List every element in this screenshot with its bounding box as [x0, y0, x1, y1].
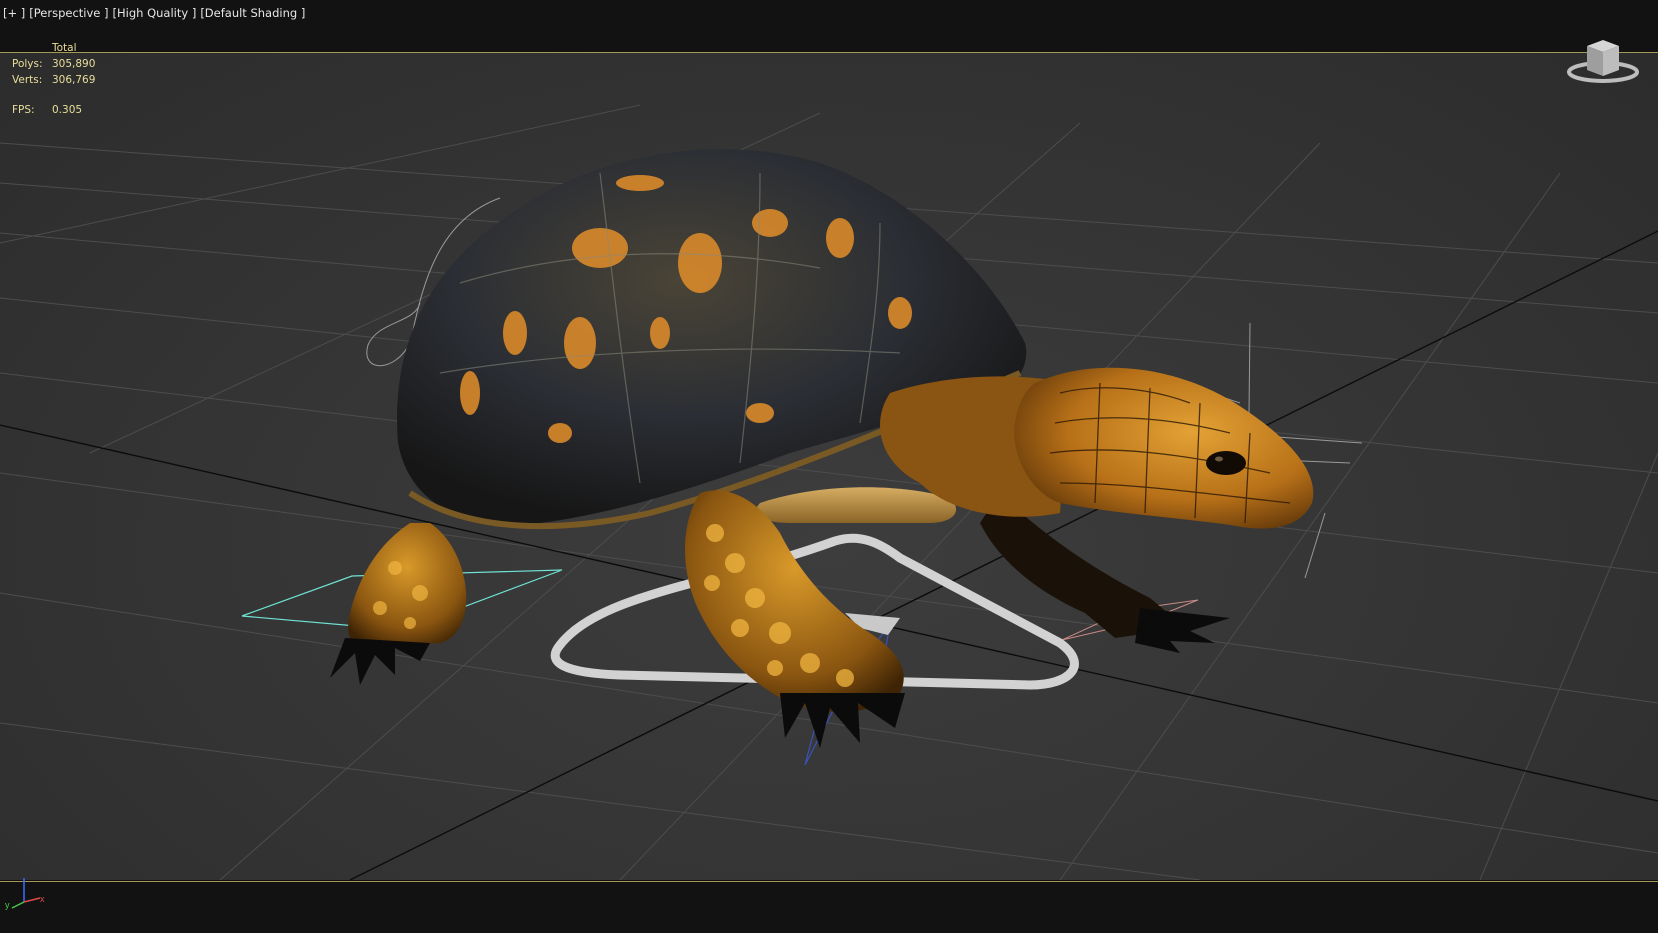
turtle-claws-front-left [330, 638, 430, 685]
turtle-plastron [756, 487, 957, 523]
viewport-plus-menu[interactable]: [+ ] [2, 6, 26, 20]
viewport[interactable]: [+ ] [Perspective ] [High Quality ] [Def… [0, 0, 1658, 933]
stats-fps-value: 0.305 [52, 104, 83, 116]
turtle-leg-front-left [348, 523, 467, 648]
stats-fps-label: FPS: [12, 104, 35, 116]
stats-verts-label: Verts: [12, 74, 43, 86]
stats-polys-value: 305,890 [52, 58, 96, 70]
turtle-claws-front-right [780, 693, 905, 748]
viewcube-navigation[interactable] [1565, 38, 1641, 86]
stats-polys-row: Polys: 305,890 [12, 56, 112, 72]
stats-polys-label: Polys: [12, 58, 43, 70]
3d-scene[interactable] [0, 53, 1658, 880]
axis-x-label: x [40, 894, 45, 904]
viewport-shading-menu[interactable]: [Default Shading ] [199, 6, 306, 20]
stats-total-header: Total [52, 42, 77, 54]
viewport-statistics: Total Polys: 305,890 Verts: 306,769 FPS:… [12, 40, 112, 118]
viewport-footer-bar [0, 881, 1658, 933]
stats-verts-row: Verts: 306,769 [12, 72, 112, 88]
viewport-label-menu[interactable]: [+ ] [Perspective ] [High Quality ] [Def… [2, 6, 306, 20]
turtle-claws-back-right [1135, 608, 1230, 653]
scene-canvas[interactable] [0, 53, 1658, 880]
turtle-eye-highlight [1215, 456, 1223, 462]
axis-y-label: y [5, 900, 10, 910]
turtle-eye [1206, 451, 1246, 475]
stats-fps-row: FPS: 0.305 [12, 102, 112, 118]
axis-x-line [23, 897, 41, 903]
viewport-quality-menu[interactable]: [High Quality ] [112, 6, 198, 20]
turtle-model[interactable] [330, 149, 1314, 748]
viewport-view-menu[interactable]: [Perspective ] [28, 6, 109, 20]
stats-verts-value: 306,769 [52, 74, 96, 86]
viewport-header-bar: [+ ] [Perspective ] [High Quality ] [Def… [0, 0, 1658, 53]
axis-tripod: x y [2, 874, 50, 914]
axis-y-line [11, 901, 25, 909]
